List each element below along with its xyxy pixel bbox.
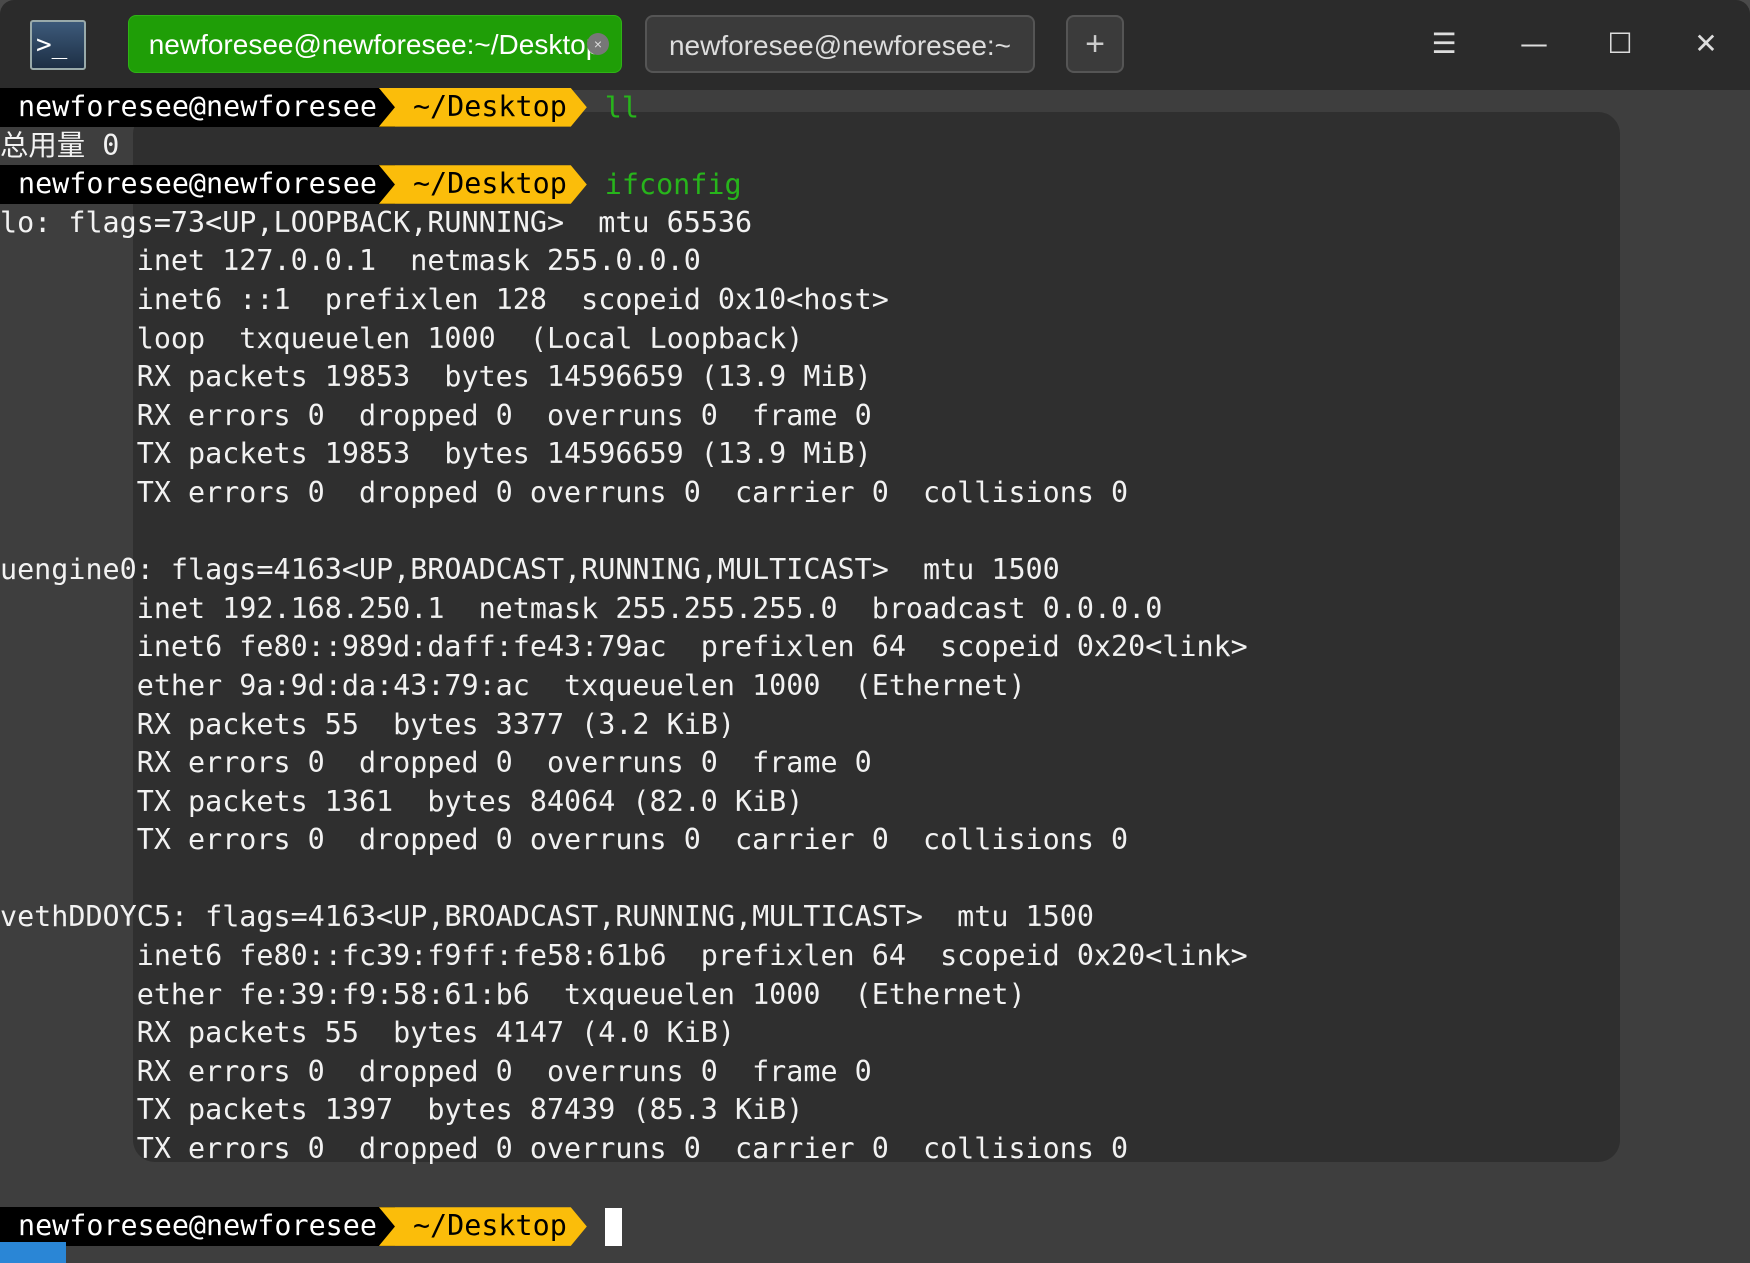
close-button[interactable]: ✕ — [1684, 22, 1728, 66]
prompt-dir: ~/Desktop — [379, 1207, 587, 1246]
prompt-line: newforesee@newforesee ~/Desktop ifconfig — [0, 165, 1248, 204]
output-line: lo: flags=73<UP,LOOPBACK,RUNNING> mtu 65… — [0, 205, 753, 239]
prompt-user: newforesee@newforesee — [0, 165, 395, 204]
output-line: RX errors 0 dropped 0 overruns 0 frame 0 — [0, 398, 872, 432]
output-line: TX errors 0 dropped 0 overruns 0 carrier… — [0, 475, 1129, 509]
output-line: TX packets 1361 bytes 84064 (82.0 KiB) — [0, 784, 804, 818]
output-line: ether 9a:9d:da:43:79:ac txqueuelen 1000 … — [0, 668, 1026, 702]
terminal-output[interactable]: newforesee@newforesee ~/Desktop ll 总用量 0 new… — [0, 88, 1248, 1246]
output-line: inet6 ::1 prefixlen 128 scopeid 0x10<hos… — [0, 282, 889, 316]
prompt-dir: ~/Desktop — [379, 88, 587, 127]
output-line: uengine0: flags=4163<UP,BROADCAST,RUNNIN… — [0, 553, 1060, 587]
output-line: RX packets 55 bytes 4147 (4.0 KiB) — [0, 1016, 735, 1050]
title-bar: >_ newforesee@newforesee:~/Desktop × new… — [0, 0, 1750, 90]
prompt-line: newforesee@newforesee ~/Desktop ll — [0, 88, 1248, 127]
tab-home[interactable]: newforesee@newforesee:~ — [645, 15, 1035, 73]
prompt-user: newforesee@newforesee — [0, 1207, 395, 1246]
cursor[interactable] — [604, 1207, 622, 1246]
output-line: 总用量 0 — [0, 128, 120, 162]
tab-label: newforesee@newforesee:~/Desktop — [148, 29, 602, 60]
output-line: inet6 fe80::fc39:f9ff:fe58:61b6 prefixle… — [0, 939, 1248, 973]
prompt-dir: ~/Desktop — [379, 165, 587, 204]
output-line: TX packets 19853 bytes 14596659 (13.9 Mi… — [0, 437, 872, 471]
command: ifconfig — [604, 167, 742, 201]
output-line: vethDDOYC5: flags=4163<UP,BROADCAST,RUNN… — [0, 900, 1094, 934]
terminal-app-icon: >_ — [30, 20, 86, 70]
tab-label: newforesee@newforesee:~ — [668, 30, 1012, 61]
tab-close-icon[interactable]: × — [587, 33, 609, 55]
output-line: inet 127.0.0.1 netmask 255.0.0.0 — [0, 244, 701, 278]
output-line: loop txqueuelen 1000 (Local Loopback) — [0, 321, 804, 355]
new-tab-button[interactable]: + — [1066, 15, 1124, 73]
command: ll — [604, 90, 639, 124]
output-line: RX errors 0 dropped 0 overruns 0 frame 0 — [0, 746, 872, 780]
prompt-user: newforesee@newforesee — [0, 88, 395, 127]
output-line: RX packets 19853 bytes 14596659 (13.9 Mi… — [0, 360, 872, 394]
minimize-button[interactable]: — — [1512, 22, 1556, 66]
menu-icon[interactable]: ☰ — [1422, 22, 1466, 66]
output-line: inet 192.168.250.1 netmask 255.255.255.0… — [0, 591, 1163, 625]
tab-desktop[interactable]: newforesee@newforesee:~/Desktop × — [128, 15, 622, 73]
output-line: TX errors 0 dropped 0 overruns 0 carrier… — [0, 1132, 1129, 1166]
output-line: RX errors 0 dropped 0 overruns 0 frame 0 — [0, 1054, 872, 1088]
prompt-line: newforesee@newforesee ~/Desktop — [0, 1207, 1248, 1246]
maximize-button[interactable]: ☐ — [1598, 22, 1642, 66]
taskbar-corner — [0, 1242, 66, 1263]
output-line: RX packets 55 bytes 3377 (3.2 KiB) — [0, 707, 735, 741]
output-line: TX packets 1397 bytes 87439 (85.3 KiB) — [0, 1093, 804, 1127]
output-line: TX errors 0 dropped 0 overruns 0 carrier… — [0, 823, 1129, 857]
output-line: inet6 fe80::989d:daff:fe43:79ac prefixle… — [0, 630, 1248, 664]
output-line: ether fe:39:f9:58:61:b6 txqueuelen 1000 … — [0, 977, 1026, 1011]
